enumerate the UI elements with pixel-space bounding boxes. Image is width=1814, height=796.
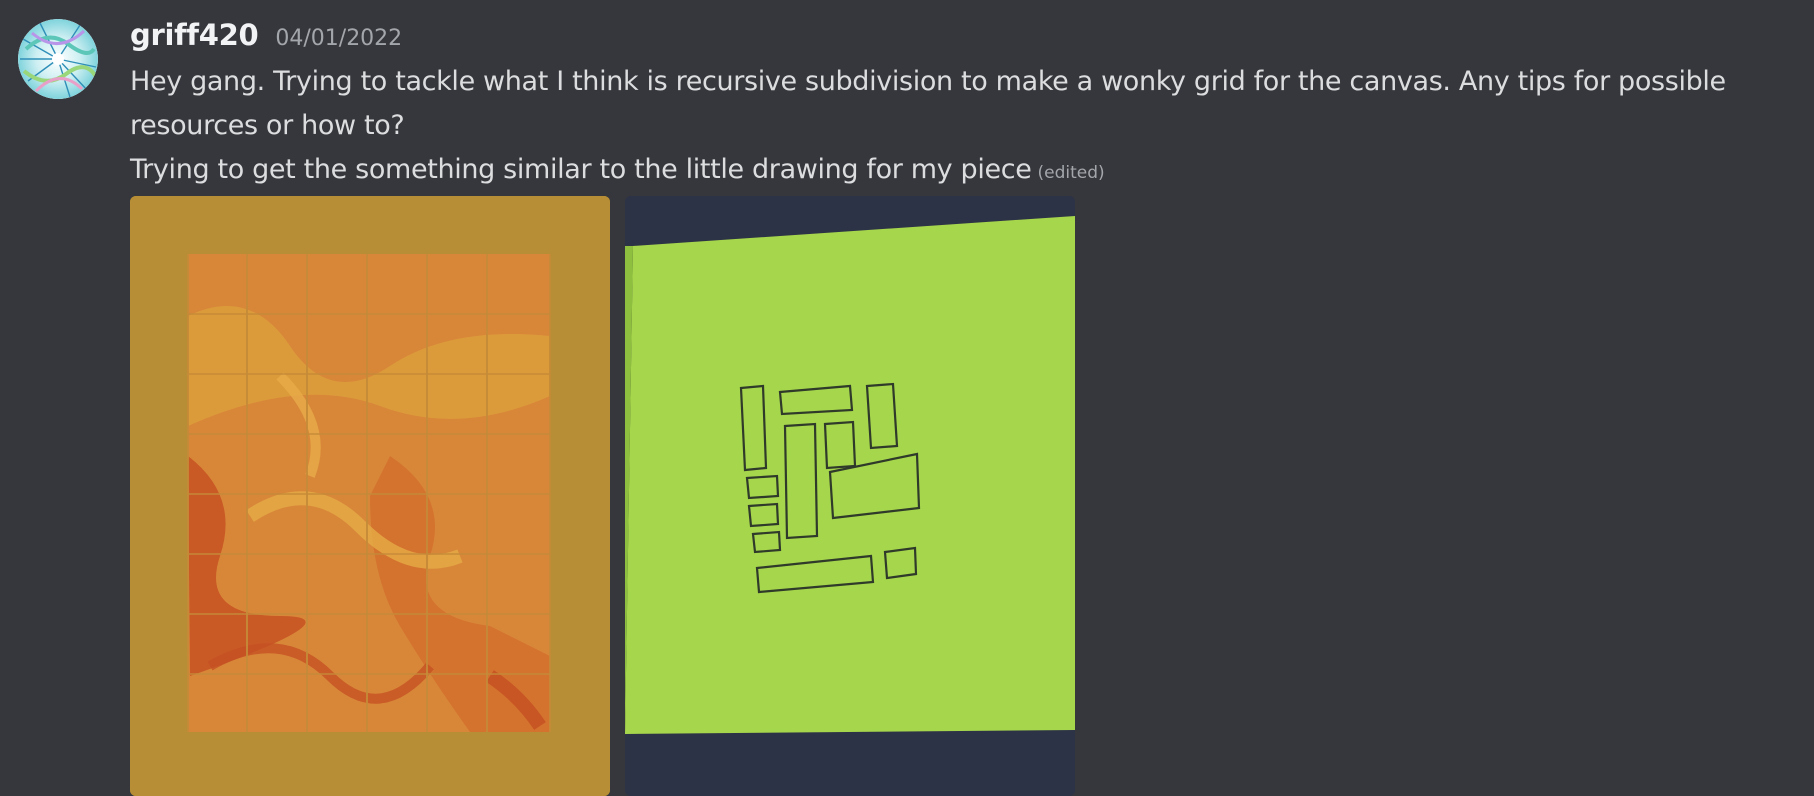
message-content: Hey gang. Trying to tackle what I think … — [130, 60, 1780, 195]
marbled-grid-artwork-image — [130, 196, 610, 796]
sticky-note-sketch-image — [625, 196, 1075, 796]
attachment-image-sticky-note[interactable] — [625, 196, 1075, 796]
attachment-image-marbled-grid[interactable] — [130, 196, 610, 796]
message-line: Hey gang. Trying to tackle what I think … — [130, 66, 1726, 141]
message-line-text: Trying to get the something similar to t… — [130, 154, 1032, 185]
avatar[interactable] — [18, 19, 98, 99]
message-header: griff420 04/01/2022 — [130, 18, 402, 58]
timestamp: 04/01/2022 — [275, 26, 403, 51]
edited-label: (edited) — [1037, 163, 1105, 183]
chat-message: griff420 04/01/2022 Hey gang. Trying to … — [0, 0, 1814, 796]
avatar-swirl-icon — [18, 19, 98, 99]
message-line: Trying to get the something similar to t… — [130, 148, 1780, 195]
username[interactable]: griff420 — [130, 18, 259, 52]
